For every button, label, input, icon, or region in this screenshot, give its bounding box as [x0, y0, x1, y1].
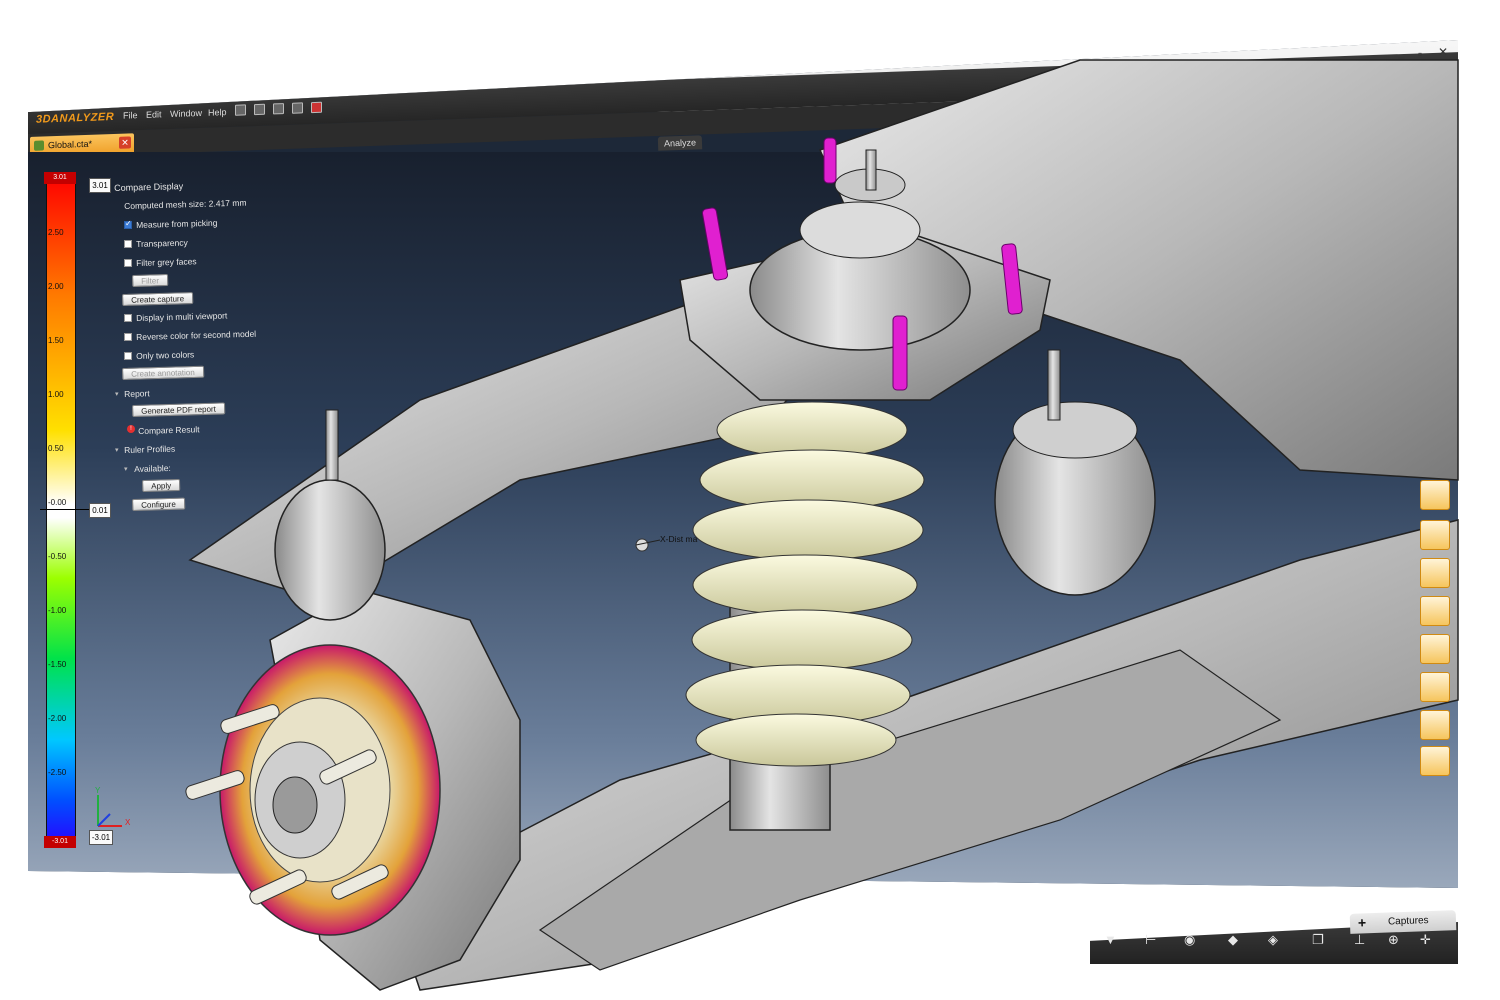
- scale-label: -2.00: [48, 714, 67, 723]
- scale-label: -2.50: [48, 768, 67, 777]
- coil-spring: [685, 401, 925, 767]
- measure-from-picking-checkbox[interactable]: [124, 219, 132, 229]
- plane-icon[interactable]: ⊥: [1354, 932, 1365, 948]
- scale-label: -0.00: [48, 498, 67, 507]
- view-cube-icon[interactable]: ◈: [1268, 932, 1278, 948]
- filter-icon[interactable]: ▼: [1104, 932, 1117, 947]
- chevron-down-icon[interactable]: ▾: [115, 446, 119, 454]
- scale-label: 2.50: [48, 228, 64, 237]
- scale-max-field[interactable]: 3.01: [89, 178, 111, 193]
- apply-button[interactable]: Apply: [142, 478, 181, 492]
- eye-icon[interactable]: ◉: [1184, 932, 1195, 948]
- create-capture-button[interactable]: Create capture: [122, 292, 194, 306]
- distance-marker-icon: [635, 538, 661, 552]
- multi-viewport-checkbox[interactable]: [124, 314, 132, 322]
- scale-label: 2.00: [48, 282, 64, 291]
- transparency-checkbox[interactable]: [124, 240, 132, 248]
- scale-label: -1.50: [48, 660, 67, 669]
- scale-label: -0.50: [48, 552, 67, 561]
- left-bushing: [274, 479, 386, 621]
- draft-angle-icon[interactable]: [1420, 596, 1450, 626]
- error-icon: !: [127, 425, 135, 433]
- report-heading: Report: [124, 388, 150, 399]
- analysis-toolbar: [1420, 480, 1452, 780]
- thickness-tool-icon[interactable]: [1420, 558, 1450, 588]
- scale-label: -1.00: [48, 606, 67, 615]
- suspension-model[interactable]: [0, 0, 1500, 1000]
- zoom-fit-icon[interactable]: ⊕: [1388, 932, 1399, 948]
- captures-label: Captures: [1387, 915, 1429, 928]
- captures-tab[interactable]: + Captures: [1349, 910, 1457, 934]
- axis-x-label: X: [125, 818, 131, 827]
- copy-icon[interactable]: ❐: [1312, 932, 1324, 948]
- scale-min-field[interactable]: -3.01: [89, 830, 113, 845]
- deviation-color-scale: [46, 174, 76, 848]
- filter-grey-faces-label: Filter grey faces: [136, 256, 197, 268]
- axis-triad-icon: [97, 795, 122, 827]
- only-two-colors-checkbox[interactable]: [124, 352, 132, 360]
- compare-result-label[interactable]: Compare Result: [138, 424, 200, 436]
- only-two-colors-label: Only two colors: [136, 349, 195, 361]
- scale-label: 0.50: [48, 444, 64, 453]
- section-tool-icon[interactable]: [1420, 480, 1450, 510]
- screenshot-scene: G:\DEMO\COMPARE\schwenklager_v5\Global.c…: [0, 0, 1500, 1000]
- distance-label: X-Dist ma: [660, 534, 698, 544]
- filter-grey-faces-checkbox[interactable]: [124, 259, 132, 267]
- scale-min-cap: -3.01: [44, 836, 76, 848]
- scale-label: 1.50: [48, 336, 64, 345]
- transparency-label: Transparency: [136, 237, 188, 249]
- overlap-tool-icon[interactable]: [1420, 634, 1450, 664]
- reverse-color-checkbox[interactable]: [124, 333, 132, 341]
- pan-icon[interactable]: ✛: [1420, 932, 1431, 948]
- measure-angle-icon[interactable]: [1420, 672, 1450, 702]
- create-annotation-button[interactable]: Create annotation: [122, 365, 204, 380]
- render-mode-icon[interactable]: ◆: [1228, 932, 1238, 948]
- curvature-tool-icon[interactable]: [1420, 710, 1450, 740]
- axis-y-label: Y: [95, 786, 101, 795]
- scale-pointer[interactable]: [40, 509, 90, 510]
- chevron-down-icon[interactable]: ▾: [124, 465, 128, 473]
- scale-pointer-field[interactable]: 0.01: [89, 503, 111, 518]
- add-capture-icon[interactable]: +: [1358, 914, 1367, 930]
- filter-button[interactable]: Filter: [132, 274, 169, 287]
- scale-label: 1.00: [48, 390, 64, 399]
- compare-tool-icon[interactable]: [1420, 520, 1450, 550]
- ruler-profiles-heading: Ruler Profiles: [124, 443, 176, 455]
- chevron-down-icon[interactable]: ▾: [115, 390, 119, 398]
- available-label: Available:: [134, 462, 171, 474]
- tree-icon[interactable]: ⊢: [1145, 932, 1156, 948]
- panel-title: Compare Display: [114, 181, 184, 193]
- scale-max-cap: 3.01: [44, 172, 76, 184]
- bounding-box-icon[interactable]: [1420, 746, 1450, 776]
- configure-button[interactable]: Configure: [132, 497, 186, 511]
